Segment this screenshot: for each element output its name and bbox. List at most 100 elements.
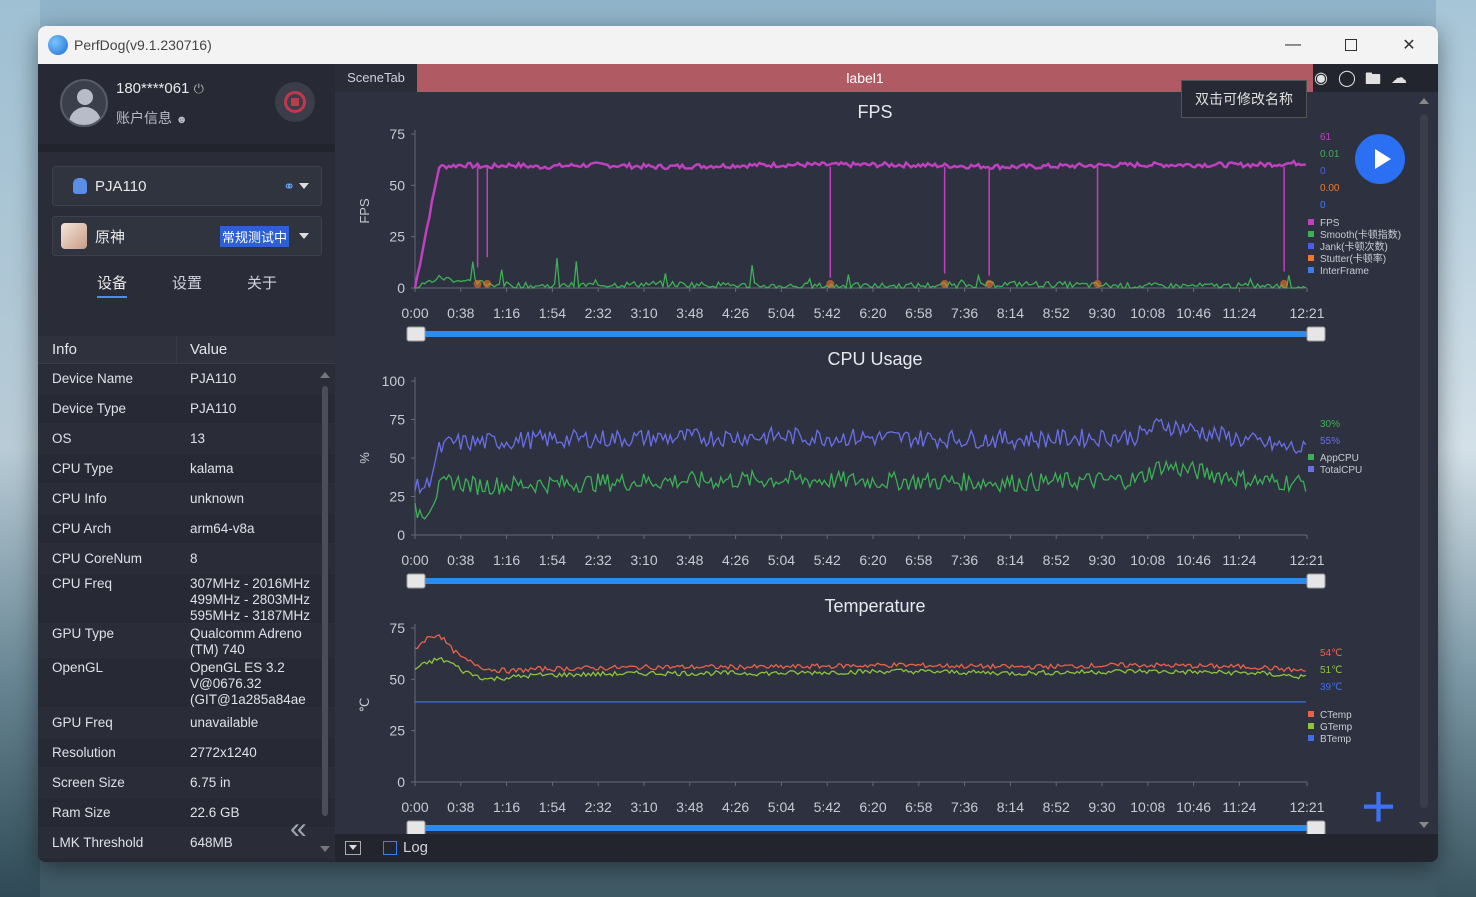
folder-icon[interactable]: 🖿 — [1363, 68, 1383, 95]
link-icon[interactable]: ⚭ — [283, 178, 295, 195]
x-tick-label: 8:14 — [997, 305, 1024, 321]
legend-swatch — [1308, 219, 1314, 225]
table-row[interactable]: CPU CoreNum 8 — [38, 544, 335, 574]
chart-scrollbar[interactable] — [1418, 98, 1430, 828]
x-tick-label: 5:04 — [768, 552, 795, 568]
table-row[interactable]: GPU Freq unavailable — [38, 708, 335, 738]
scroll-thumb[interactable] — [1420, 114, 1428, 808]
x-tick-label: 8:52 — [1043, 305, 1070, 321]
legend-label: FPS — [1320, 218, 1340, 229]
perfdog-logo-icon — [48, 35, 68, 55]
table-row[interactable]: CPU Arch arm64-v8a — [38, 514, 335, 544]
expand-dropdown-button[interactable] — [345, 841, 361, 855]
scroll-up-icon[interactable] — [320, 372, 330, 378]
range-end-handle — [1306, 326, 1326, 342]
table-row[interactable]: Device Type PJA110 — [38, 394, 335, 424]
x-tick-label: 1:16 — [493, 305, 520, 321]
x-tick-label: 7:36 — [951, 799, 978, 815]
info-value: 2772x1240 — [190, 744, 257, 760]
info-key: LMK Threshold — [52, 835, 144, 850]
app-selector[interactable]: 原神 常规测试中 — [52, 216, 322, 256]
scroll-thumb[interactable] — [322, 386, 328, 816]
chevron-down-icon[interactable] — [299, 233, 309, 239]
play-button[interactable] — [1355, 134, 1405, 184]
x-tick-label: 12:21 — [1289, 305, 1324, 321]
range-start-handle — [406, 326, 426, 342]
tab-settings[interactable]: 设置 — [172, 272, 202, 293]
current-value-label: 61 — [1320, 132, 1332, 143]
window-title: PerfDog(v9.1.230716) — [74, 37, 212, 53]
log-label: Log — [403, 839, 429, 856]
scroll-down-icon[interactable] — [320, 846, 330, 852]
x-tick-label: 10:46 — [1176, 799, 1211, 815]
scroll-up-icon[interactable] — [1419, 98, 1429, 104]
maximize-button[interactable] — [1322, 26, 1380, 64]
current-value-label: 54℃ — [1320, 648, 1342, 659]
scene-label[interactable]: label1 — [417, 64, 1313, 92]
legend-swatch — [1308, 735, 1314, 741]
location-icon[interactable]: ◉ — [1311, 68, 1331, 95]
app-window: PerfDog(v9.1.230716) — ✕ 180****061 ⏻ 账户… — [38, 26, 1438, 862]
game-app-icon — [61, 223, 87, 249]
minimize-button[interactable]: — — [1264, 26, 1322, 64]
close-button[interactable]: ✕ — [1380, 26, 1438, 64]
x-tick-label: 6:20 — [859, 552, 886, 568]
info-key: Device Type — [52, 401, 127, 416]
legend-label: TotalCPU — [1320, 465, 1362, 476]
info-key: OS — [52, 431, 72, 446]
table-row[interactable]: CPU Freq 307MHz - 2016MHz 499MHz - 2803MH… — [38, 574, 335, 624]
test-status-badge: 常规测试中 — [219, 225, 289, 247]
avatar[interactable] — [60, 79, 108, 127]
x-tick-label: 2:32 — [585, 552, 612, 568]
log-checkbox[interactable] — [383, 841, 397, 855]
x-tick-label: 3:48 — [676, 305, 703, 321]
chart-title: CPU Usage — [827, 349, 922, 369]
x-tick-label: 3:10 — [630, 799, 657, 815]
chart-title: FPS — [857, 102, 892, 122]
add-chart-button[interactable]: + — [1361, 777, 1396, 837]
x-tick-label: 0:00 — [401, 305, 428, 321]
scroll-down-icon[interactable] — [1419, 822, 1429, 828]
device-selector[interactable]: PJA110 ⚭ — [52, 166, 322, 206]
desktop-background-right — [1436, 0, 1476, 897]
x-tick-label: 7:36 — [951, 305, 978, 321]
info-value: arm64-v8a — [190, 520, 255, 536]
table-row[interactable]: OS 13 — [38, 424, 335, 454]
table-row[interactable]: Screen Size 6.75 in — [38, 768, 335, 798]
table-row[interactable]: Swap9727 MB — [38, 858, 335, 862]
table-row[interactable]: CPU Type kalama — [38, 454, 335, 484]
tab-device[interactable]: 设备 — [97, 272, 128, 298]
power-icon[interactable]: ⏻ — [194, 81, 204, 96]
x-tick-label: 11:24 — [1222, 552, 1256, 568]
record-stop-button[interactable] — [275, 82, 315, 122]
info-key: CPU Freq — [52, 576, 113, 591]
android-icon — [73, 178, 87, 194]
x-tick-label: 8:14 — [997, 552, 1024, 568]
legend-label: Jank(卡顿次数) — [1320, 240, 1388, 253]
table-row[interactable]: GPU Type Qualcomm Adreno (TM) 740 — [38, 624, 335, 658]
x-tick-label: 5:42 — [814, 305, 841, 321]
lightbulb-icon[interactable]: ◯ — [1337, 68, 1357, 95]
play-icon — [1375, 149, 1391, 169]
left-scrollbar[interactable] — [320, 372, 330, 852]
table-row[interactable]: OpenGL OpenGL ES 3.2 V@0676.32 (GIT@1a285… — [38, 658, 335, 708]
table-row[interactable]: Device Name PJA110 — [38, 364, 335, 394]
charts-svg: FPS FPS 75 50 25 0 0:00 0:38 1:16 1:54 2:32 3:10 3:4… — [357, 102, 1401, 834]
x-tick-label: 9:30 — [1088, 552, 1115, 568]
scene-tab[interactable]: SceneTab — [335, 64, 417, 92]
cloud-icon[interactable]: ☁ — [1389, 68, 1409, 95]
stutter-point — [940, 279, 949, 288]
account-info-link[interactable]: 账户信息 ☻ — [116, 108, 187, 128]
tab-about[interactable]: 关于 — [247, 272, 277, 293]
table-row[interactable]: CPU Info unknown — [38, 484, 335, 514]
x-tick-label: 6:58 — [905, 305, 932, 321]
y-tick-label: 75 — [389, 412, 405, 428]
x-tick-label: 9:30 — [1088, 799, 1115, 815]
x-tick-label: 11:24 — [1222, 305, 1256, 321]
collapse-panel-icon[interactable]: « — [290, 812, 307, 846]
legend-swatch — [1308, 243, 1314, 249]
chevron-down-icon[interactable] — [299, 183, 309, 189]
table-row[interactable]: Resolution 2772x1240 — [38, 738, 335, 768]
series-line-fps — [413, 159, 1306, 289]
y-axis-label: ℃ — [357, 698, 372, 713]
